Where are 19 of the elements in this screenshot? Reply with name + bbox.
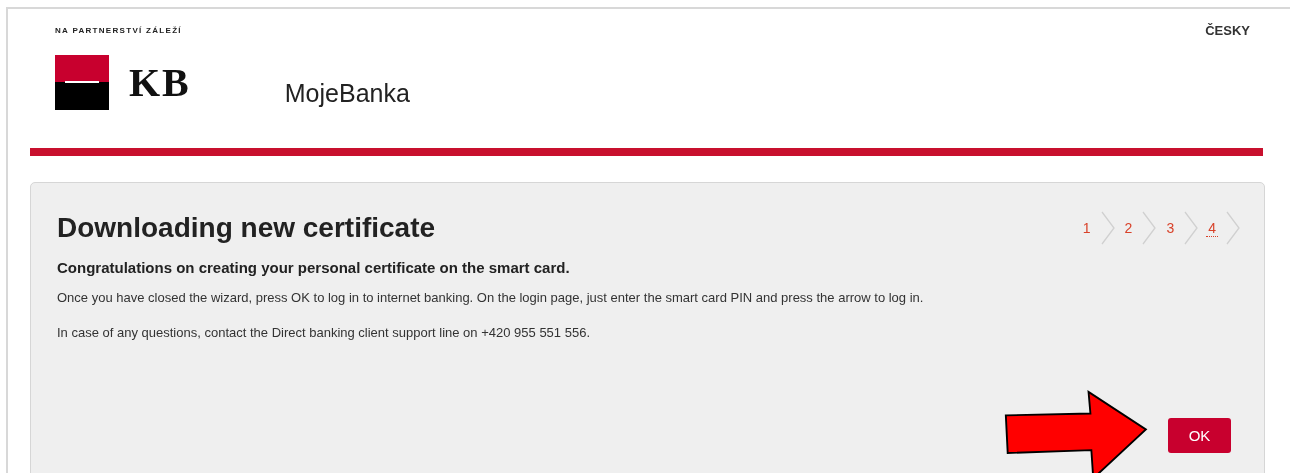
chevron-icon	[1100, 211, 1115, 245]
wizard-title: Downloading new certificate	[57, 212, 436, 244]
wizard-step: 3	[1164, 219, 1177, 237]
app-name: MojeBanka	[284, 79, 410, 108]
wizard-step: 2	[1122, 219, 1135, 237]
arrow-icon	[1003, 390, 1149, 473]
chevron-icon	[1142, 211, 1157, 245]
wizard-step: 4	[1206, 219, 1218, 237]
logo-icon	[55, 55, 109, 110]
info-text: Once you have closed the wizard, press OK to log in to internet banking. On the login page, just enter the smart card PIN and press the arrow to log in.	[57, 290, 925, 305]
logo-text: KB	[129, 59, 191, 106]
wizard-step: 1	[1080, 219, 1093, 237]
ok-button[interactable]: OK	[1168, 418, 1231, 453]
info-text: In case of any questions, contact the Direct banking client support line on +420 955 551 556.	[57, 325, 591, 340]
chevron-icon	[1226, 211, 1240, 245]
language-link[interactable]: ČESKY	[1205, 23, 1250, 38]
success-heading: Congratulations on creating your personal certificate on the smart card.	[57, 259, 571, 276]
tagline: NA PARTNERSTVÍ ZÁLEŽÍ	[55, 26, 182, 37]
chevron-icon	[1184, 211, 1199, 245]
